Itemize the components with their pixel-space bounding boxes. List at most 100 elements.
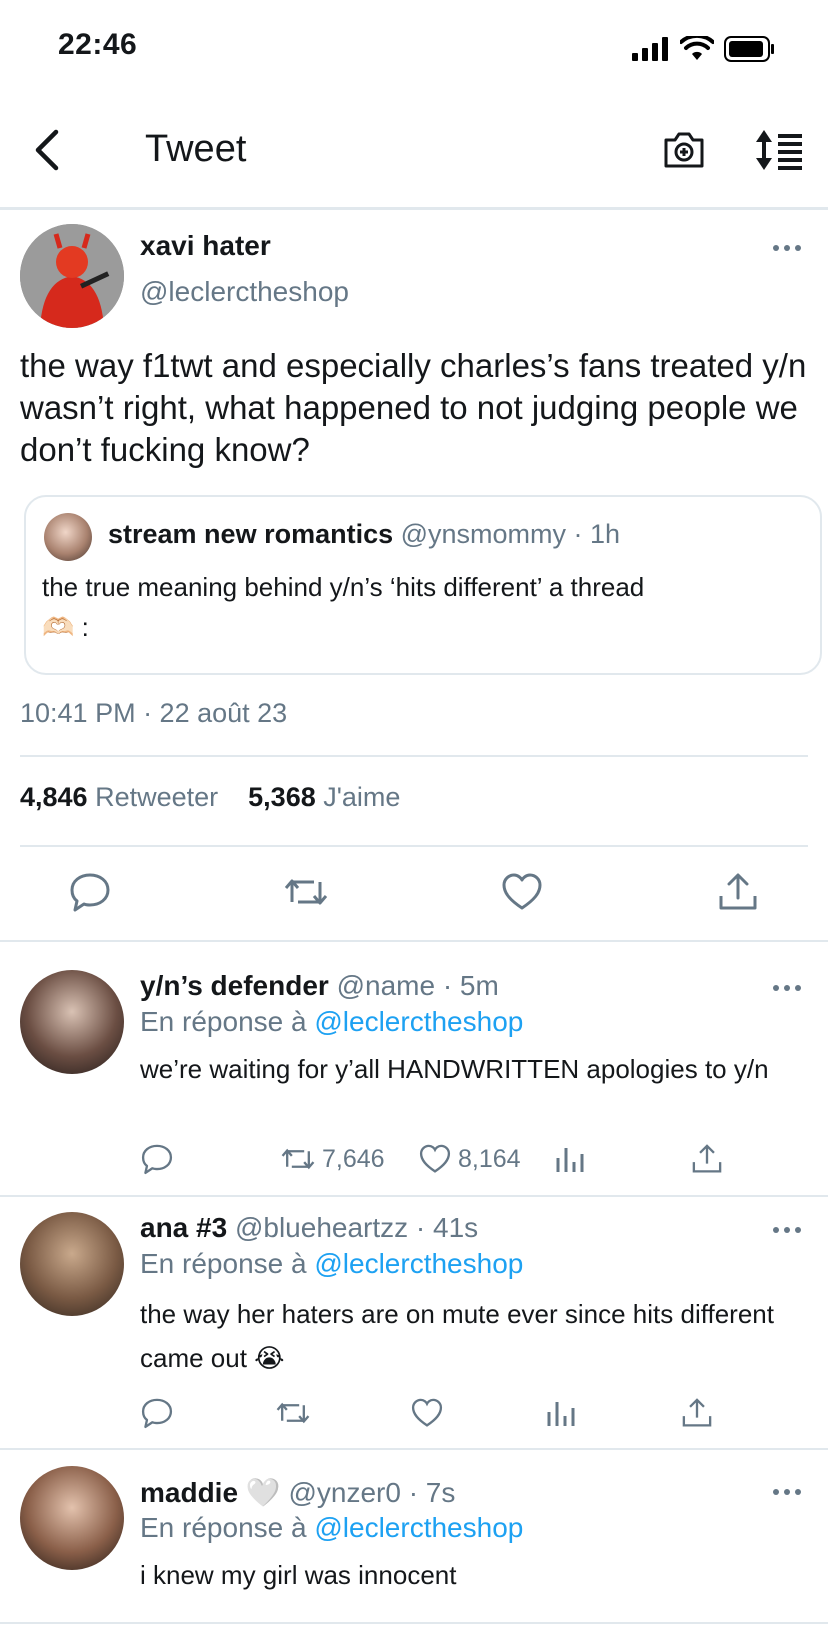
retweets-stat[interactable]: 4,846 Retweeter — [20, 782, 218, 813]
analytics-button[interactable] — [554, 1142, 690, 1176]
reply-button[interactable] — [68, 870, 112, 914]
reply-avatar[interactable] — [20, 970, 124, 1074]
reply-header: y/n’s defender @name · 5m — [140, 970, 499, 1002]
retweet-icon — [276, 1402, 310, 1424]
reply-avatar[interactable] — [20, 1212, 124, 1316]
reply-display-name[interactable]: maddie 🤍 — [140, 1477, 281, 1508]
tweet-stats: 4,846 Retweeter 5,368 J'aime — [20, 782, 400, 813]
quoted-emoji: 🫶🏻 : — [42, 612, 89, 642]
camera-plus-icon — [664, 132, 704, 168]
like-button[interactable] — [500, 870, 544, 914]
back-chevron-icon — [35, 129, 59, 171]
like-count: 8,164 — [458, 1144, 521, 1173]
avatar-image — [20, 224, 124, 328]
camera-button[interactable] — [662, 128, 706, 172]
retweets-label: Retweeter — [95, 782, 219, 812]
tweet-text: the way f1twt and especially charles’s f… — [20, 347, 807, 468]
retweet-button[interactable] — [284, 870, 328, 914]
reply-icon — [141, 1398, 173, 1429]
like-icon — [502, 873, 542, 910]
like-icon — [411, 1398, 443, 1427]
more-icon — [773, 245, 801, 251]
in-reply-prefix: En réponse à — [140, 1248, 307, 1279]
reply-in-reply-to: En réponse à @leclerctheshop — [140, 1512, 523, 1544]
likes-stat[interactable]: 5,368 J'aime — [248, 782, 400, 813]
divider — [0, 1195, 828, 1197]
reply-icon — [141, 1144, 173, 1175]
more-icon — [773, 1489, 801, 1495]
reply-more-button[interactable] — [772, 980, 802, 998]
nav-divider — [0, 207, 828, 210]
divider — [0, 1448, 828, 1450]
analytics-icon — [556, 1148, 584, 1172]
share-button[interactable] — [690, 1142, 724, 1176]
analytics-icon — [547, 1402, 575, 1426]
reply-display-name[interactable]: y/n’s defender — [140, 970, 329, 1001]
likes-count: 5,368 — [248, 782, 316, 812]
reply-display-name[interactable]: ana #3 — [140, 1212, 227, 1243]
reply-in-reply-to: En réponse à @leclerctheshop — [140, 1248, 523, 1280]
in-reply-prefix: En réponse à — [140, 1512, 307, 1543]
battery-icon — [724, 36, 774, 62]
quoted-text: the true meaning behind y/n’s ‘hits diff… — [42, 572, 645, 602]
reply-header: maddie 🤍 @ynzer0 · 7s — [140, 1476, 455, 1509]
avatar[interactable] — [20, 224, 124, 328]
sort-icon — [756, 130, 802, 170]
retweet-button[interactable]: 7,646 — [280, 1142, 418, 1176]
page-title: Tweet — [145, 128, 247, 170]
retweet-button[interactable] — [275, 1396, 410, 1430]
author-display-name[interactable]: xavi hater — [140, 230, 271, 262]
analytics-button[interactable] — [545, 1396, 680, 1430]
like-icon — [419, 1144, 451, 1173]
cellular-signal-icon — [632, 37, 668, 61]
reply-meta: @blueheartzz · 41s — [234, 1212, 479, 1243]
quoted-header: stream new romantics @ynsmommy · 1h — [108, 519, 620, 550]
more-button[interactable] — [772, 240, 802, 258]
in-reply-mention[interactable]: @leclerctheshop — [314, 1248, 523, 1279]
tweet-timestamp: 10:41 PM · 22 août 23 — [20, 698, 288, 728]
quoted-meta: @ynsmommy · 1h — [400, 519, 621, 549]
divider — [0, 940, 828, 942]
retweet-icon — [281, 1148, 315, 1170]
reply-avatar[interactable] — [20, 1466, 124, 1570]
likes-label: J'aime — [323, 782, 401, 812]
quoted-avatar[interactable] — [44, 513, 92, 561]
more-icon — [773, 985, 801, 991]
quoted-text-block: the true meaning behind y/n’s ‘hits diff… — [42, 567, 802, 647]
reply-actions — [140, 1396, 714, 1430]
divider — [20, 845, 808, 847]
like-button[interactable]: 8,164 — [418, 1142, 554, 1176]
reply-meta: @name · 5m — [336, 970, 499, 1001]
reply-meta: @ynzer0 · 7s — [288, 1477, 456, 1508]
reply-header: ana #3 @blueheartzz · 41s — [140, 1212, 478, 1244]
share-button[interactable] — [716, 870, 760, 914]
reply-button[interactable] — [140, 1396, 275, 1430]
wifi-icon — [680, 36, 714, 60]
retweet-count: 7,646 — [322, 1144, 385, 1173]
like-button[interactable] — [410, 1396, 545, 1430]
quoted-display-name: stream new romantics — [108, 519, 394, 549]
share-icon — [682, 1398, 712, 1427]
author-handle[interactable]: @leclerctheshop — [140, 276, 349, 308]
reply-button[interactable] — [140, 1142, 280, 1176]
retweet-icon — [284, 879, 328, 905]
reply-more-button[interactable] — [772, 1484, 802, 1502]
more-icon — [773, 1227, 801, 1233]
reply-text: i knew my girl was innocent — [140, 1560, 457, 1590]
reply-icon — [70, 873, 110, 912]
sort-button[interactable] — [754, 128, 806, 172]
reply-actions: 7,646 8,164 — [140, 1142, 724, 1176]
status-time: 22:46 — [58, 28, 138, 61]
reply-more-button[interactable] — [772, 1222, 802, 1240]
reply-in-reply-to: En réponse à @leclerctheshop — [140, 1006, 523, 1038]
status-icons — [632, 36, 776, 62]
divider — [20, 755, 808, 757]
in-reply-mention[interactable]: @leclerctheshop — [314, 1512, 523, 1543]
retweets-count: 4,846 — [20, 782, 88, 812]
quoted-tweet-card[interactable]: stream new romantics @ynsmommy · 1h the … — [24, 495, 822, 675]
share-icon — [692, 1144, 722, 1173]
in-reply-prefix: En réponse à — [140, 1006, 307, 1037]
share-button[interactable] — [680, 1396, 714, 1430]
back-button[interactable] — [30, 126, 64, 174]
in-reply-mention[interactable]: @leclerctheshop — [314, 1006, 523, 1037]
